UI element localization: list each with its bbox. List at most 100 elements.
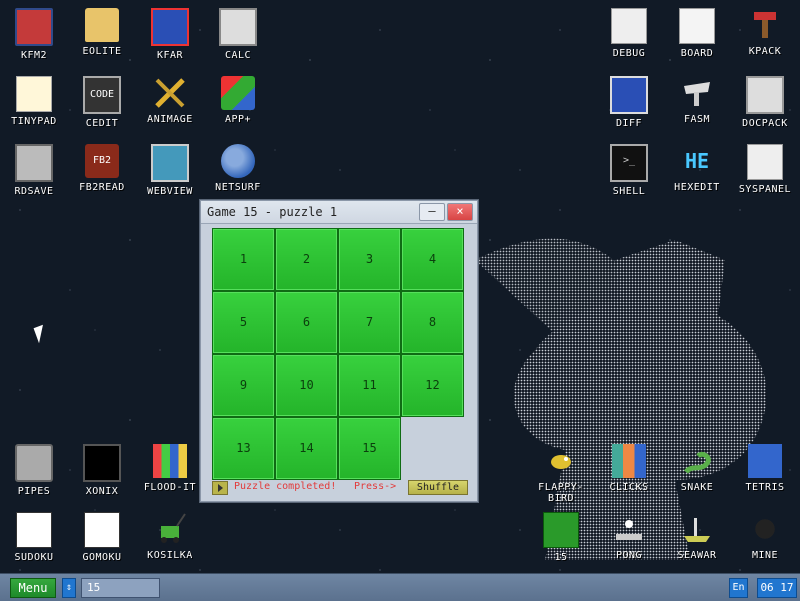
floodit-desktop-icon[interactable]: FLOOD-IT [136,436,204,504]
kosilka-desktop-icon[interactable]: KOSILKA [136,504,204,572]
tile-1[interactable]: 1 [212,228,275,291]
hammer-icon [748,8,782,42]
icon-label: PONG [615,550,643,561]
seawar-desktop-icon[interactable]: SEAWAR [663,504,731,572]
icon-label: TETRIS [745,482,785,493]
clock[interactable]: 06 17 [757,578,797,598]
icon-label: RDSAVE [14,186,54,197]
shuffle-button[interactable]: Shuffle [408,480,468,495]
tile-12[interactable]: 12 [401,354,464,417]
pipes-desktop-icon[interactable]: PIPES [0,436,68,504]
netsurf-desktop-icon[interactable]: NETSURF [204,136,272,204]
kpack-desktop-icon[interactable]: KPACK [731,0,799,68]
press-hint: Press-> [354,481,397,492]
pipes-icon [15,444,53,482]
taskbar-item-game15[interactable]: 15 [81,578,160,598]
animage-desktop-icon[interactable]: ANIMAGE [136,68,204,136]
tile-5[interactable]: 5 [212,291,275,354]
xonix-icon [83,444,121,482]
icon-label: TINYPAD [11,116,57,127]
hex-icon: HE [684,149,710,173]
minimize-button[interactable]: – [419,203,445,221]
color-grid-icon [153,444,187,478]
icon-label: SNAKE [680,482,714,493]
grid-icon [543,512,579,548]
tile-9[interactable]: 9 [212,354,275,417]
calc-desktop-icon[interactable]: CALC [204,0,272,68]
eolite-desktop-icon[interactable]: EOLITE [68,0,136,68]
icon-label: ANIMAGE [147,114,193,125]
fasm-icon [680,76,714,110]
icon-label: DIFF [615,118,643,129]
mine-desktop-icon[interactable]: MINE [731,504,799,572]
cabinet-icon [746,76,784,114]
tile-10[interactable]: 10 [275,354,338,417]
icon-label: FASM [683,114,711,125]
tile-15[interactable]: 15 [338,417,401,480]
sudoku-desktop-icon[interactable]: SUDOKU [0,504,68,572]
pencil-icon [153,76,187,110]
syspanel-desktop-icon[interactable]: SYSPANEL [731,136,799,204]
fb2read-desktop-icon[interactable]: FB2 FB2READ [68,136,136,204]
game15-desktop-icon[interactable]: 15 [527,504,595,572]
icon-label: GOMOKU [82,552,122,563]
fasm-desktop-icon[interactable]: FASM [663,68,731,136]
web-icon [151,144,189,182]
hexedit-desktop-icon[interactable]: HE HEXEDIT [663,136,731,204]
tetris-desktop-icon[interactable]: TETRIS [731,436,799,504]
icon-label: APP+ [224,114,252,125]
rdsave-desktop-icon[interactable]: RDSAVE [0,136,68,204]
gomoku-desktop-icon[interactable]: GOMOKU [68,504,136,572]
icon-label: DEBUG [612,48,646,59]
debug-desktop-icon[interactable]: DEBUG [595,0,663,68]
tile-8[interactable]: 8 [401,291,464,354]
xonix-desktop-icon[interactable]: XONIX [68,436,136,504]
file-manager-icon [151,8,189,46]
globe-icon [221,144,255,178]
floppy-icon [15,8,53,46]
snake-desktop-icon[interactable]: SNAKE [663,436,731,504]
pong-desktop-icon[interactable]: PONG [595,504,663,572]
bird-icon [544,444,578,478]
close-button[interactable]: × [447,203,473,221]
icon-label: CLICKS [609,482,649,493]
tile-4[interactable]: 4 [401,228,464,291]
task-switch-arrow-icon[interactable]: ⇕ [62,578,76,598]
language-indicator[interactable]: En [729,578,748,598]
game15-window[interactable]: Game 15 - puzzle 1 – × 1 2 3 4 5 6 7 8 9… [200,200,478,502]
flappybird-desktop-icon[interactable]: FLAPPY-BIRD [527,436,595,504]
icon-label: EOLITE [82,46,122,57]
cedit-desktop-icon[interactable]: CODE CEDIT [68,68,136,136]
tinypad-desktop-icon[interactable]: TINYPAD [0,68,68,136]
menu-button[interactable]: Menu [10,578,56,598]
tile-7[interactable]: 7 [338,291,401,354]
tile-2[interactable]: 2 [275,228,338,291]
appplus-desktop-icon[interactable]: APP+ [204,68,272,136]
icon-label: SUDOKU [14,552,54,563]
icon-label: CALC [224,50,252,61]
kfar-desktop-icon[interactable]: KFAR [136,0,204,68]
tile-11[interactable]: 11 [338,354,401,417]
icon-label: NETSURF [215,182,261,193]
tile-13[interactable]: 13 [212,417,275,480]
sliders-icon [747,144,783,180]
board-icon [679,8,715,44]
bug-icon [611,8,647,44]
gomoku-icon [84,512,120,548]
tile-3[interactable]: 3 [338,228,401,291]
kfm2-desktop-icon[interactable]: KFM2 [0,0,68,68]
snake-icon [680,444,714,478]
tile-6[interactable]: 6 [275,291,338,354]
webview-desktop-icon[interactable]: WEBVIEW [136,136,204,204]
icon-label: WEBVIEW [147,186,193,197]
docpack-desktop-icon[interactable]: DOCPACK [731,68,799,136]
icon-label: FB2READ [79,182,125,193]
shell-desktop-icon[interactable]: >_ SHELL [595,136,663,204]
icon-label: CEDIT [85,118,119,129]
clicks-desktop-icon[interactable]: CLICKS [595,436,663,504]
board-desktop-icon[interactable]: BOARD [663,0,731,68]
icon-label: SYSPANEL [738,184,792,195]
diff-desktop-icon[interactable]: DIFF [595,68,663,136]
tile-14[interactable]: 14 [275,417,338,480]
blocks-icon [612,444,646,478]
